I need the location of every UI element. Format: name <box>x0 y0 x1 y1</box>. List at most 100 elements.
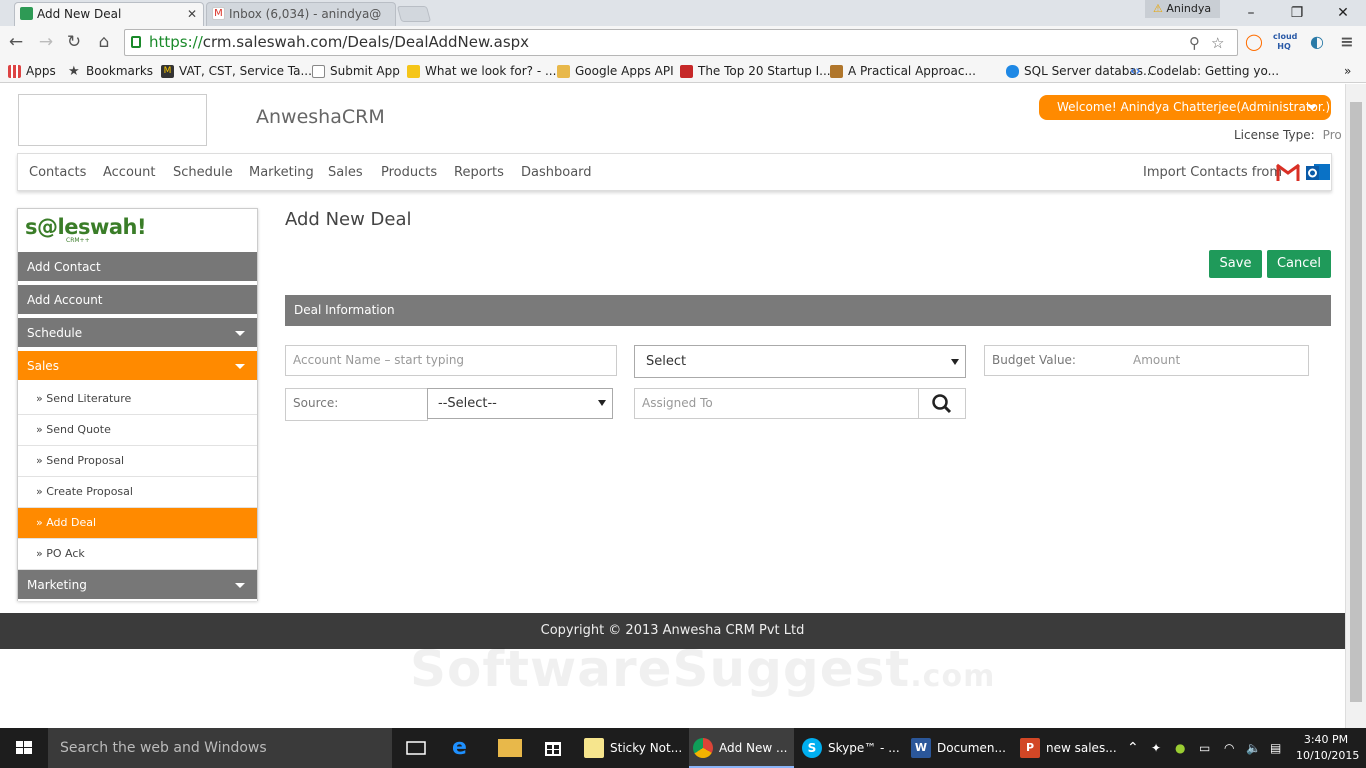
welcome-user-dropdown[interactable]: Welcome! Anindya Chatterjee(Administrato… <box>1039 95 1331 120</box>
taskbar-app-word[interactable]: W Documen... <box>907 728 1012 768</box>
site-icon <box>407 65 420 78</box>
sidebar-item-sales[interactable]: Sales <box>18 351 257 382</box>
taskbar-search-input[interactable]: Search the web and Windows <box>48 728 392 768</box>
scrollbar-thumb[interactable] <box>1350 102 1362 702</box>
sidebar-sub-send-literature[interactable]: » Send Literature <box>18 384 257 415</box>
new-tab-button[interactable] <box>396 6 432 22</box>
amount-input[interactable]: Amount <box>1133 346 1180 375</box>
windows-start-icon[interactable] <box>0 728 48 768</box>
edge-icon[interactable]: e <box>452 736 476 760</box>
close-window-button[interactable]: ✕ <box>1320 0 1366 26</box>
sidebar-sub-send-proposal[interactable]: » Send Proposal <box>18 446 257 477</box>
store-icon[interactable] <box>541 736 565 760</box>
gmail-icon[interactable] <box>1276 162 1300 182</box>
wifi-icon[interactable]: ◠ <box>1224 728 1234 768</box>
chrome-icon <box>693 738 713 758</box>
license-value: Pro <box>1322 128 1342 142</box>
nav-marketing[interactable]: Marketing <box>249 165 314 180</box>
bookmark-codelab[interactable]: ‹› Codelab: Getting yo... <box>1128 62 1279 80</box>
address-bar[interactable]: https://crm.saleswah.com/Deals/DealAddNe… <box>124 29 1238 56</box>
home-button[interactable]: ⌂ <box>94 32 114 52</box>
bookmark-star-icon[interactable]: ☆ <box>1211 34 1224 52</box>
nav-schedule[interactable]: Schedule <box>173 165 233 180</box>
tab-add-new-deal[interactable]: Add New Deal ✕ <box>14 2 204 26</box>
bookmark-google-apps-api[interactable]: Google Apps API <box>555 62 674 80</box>
sidebar-sub-send-quote[interactable]: » Send Quote <box>18 415 257 446</box>
sidebar-item-marketing[interactable]: Marketing <box>18 570 257 601</box>
assigned-search-button[interactable] <box>918 388 966 419</box>
save-button[interactable]: Save <box>1209 250 1262 278</box>
sidebar-sub-po-ack[interactable]: » PO Ack <box>18 539 257 570</box>
deal-select-dropdown[interactable]: Select <box>634 345 966 378</box>
search-icon <box>932 394 952 414</box>
profile-name: Anindya <box>1166 2 1212 15</box>
nav-dashboard[interactable]: Dashboard <box>521 165 592 180</box>
bookmark-apps[interactable]: Apps <box>6 62 56 80</box>
nav-reports[interactable]: Reports <box>454 165 504 180</box>
sidebar-item-add-account[interactable]: Add Account <box>18 285 257 316</box>
bookmark-top-20-startup[interactable]: The Top 20 Startup I... <box>678 62 831 80</box>
chrome-menu-icon[interactable]: ≡ <box>1336 32 1358 52</box>
bookmark-submit-app[interactable]: Submit App <box>310 62 400 80</box>
extension-c-icon[interactable]: ◐ <box>1306 32 1328 52</box>
watermark: SoftwareSuggest.com <box>410 640 996 698</box>
reload-button[interactable]: ↻ <box>64 32 84 52</box>
gmail-favicon-icon: M <box>212 7 225 20</box>
page-title: Add New Deal <box>285 209 412 230</box>
back-button[interactable]: ← <box>6 32 26 52</box>
bookmark-practical-approach[interactable]: A Practical Approac... <box>828 62 976 80</box>
forward-button[interactable]: → <box>36 32 56 52</box>
chevron-down-icon <box>235 331 245 336</box>
volume-icon[interactable]: 🔈 <box>1246 728 1261 768</box>
powerpoint-icon: P <box>1020 738 1040 758</box>
license-type: License Type: Pro <box>1234 128 1342 142</box>
battery-icon[interactable]: ▭ <box>1199 728 1210 768</box>
task-view-icon[interactable] <box>404 736 428 760</box>
tab-inbox[interactable]: M Inbox (6,034) - anindya@ <box>206 2 396 26</box>
budget-value-label: Budget Value: <box>992 353 1076 367</box>
restore-button[interactable]: ❐ <box>1274 0 1320 26</box>
sidebar-sub-add-deal[interactable]: » Add Deal <box>18 508 257 539</box>
taskbar-app-powerpoint[interactable]: Pnew sales... <box>1016 728 1121 768</box>
source-select[interactable]: --Select-- <box>427 388 613 419</box>
site-icon <box>830 65 843 78</box>
zoom-search-icon[interactable]: ⚲ <box>1189 34 1200 52</box>
source-label: Source: <box>293 396 339 410</box>
nav-sales[interactable]: Sales <box>328 165 363 180</box>
sidebar: s@leswah! CRM++ Add Contact Add Account … <box>17 208 258 601</box>
browser-toolbar: ← → ↻ ⌂ https://crm.saleswah.com/Deals/D… <box>0 26 1366 59</box>
more-bookmarks-button[interactable]: » <box>1340 62 1351 80</box>
assigned-to-input[interactable]: Assigned To <box>634 388 919 419</box>
sidebar-item-schedule[interactable]: Schedule <box>18 318 257 349</box>
word-icon: W <box>911 738 931 758</box>
cloudhq-icon[interactable]: cloud HQ <box>1273 32 1297 52</box>
nav-contacts[interactable]: Contacts <box>29 165 86 180</box>
sidebar-item-add-contact[interactable]: Add Contact <box>18 252 257 283</box>
bookmark-bookmarks[interactable]: ★ Bookmarks <box>66 62 153 80</box>
minimize-button[interactable]: – <box>1228 0 1274 26</box>
sidebar-sub-create-proposal[interactable]: » Create Proposal <box>18 477 257 508</box>
taskbar-app-skype[interactable]: S Skype™ - ... <box>798 728 903 768</box>
taskbar-app-sticky-notes[interactable]: Sticky Not... <box>580 728 685 768</box>
nav-products[interactable]: Products <box>381 165 437 180</box>
skype-icon: S <box>802 738 822 758</box>
extension-ring-icon[interactable]: ◯ <box>1243 32 1265 52</box>
account-name-input[interactable]: Account Name – start typing <box>285 345 617 376</box>
page-scrollbar[interactable] <box>1345 84 1366 728</box>
bookmark-vat[interactable]: M VAT, CST, Service Ta... <box>159 62 312 80</box>
windows-taskbar: Search the web and Windows e Sticky Not.… <box>0 728 1366 768</box>
system-clock[interactable]: 3:40 PM 10/10/2015 <box>1296 732 1359 764</box>
outlook-icon[interactable] <box>1305 161 1331 183</box>
dropbox-icon[interactable]: ✦ <box>1151 728 1161 768</box>
cancel-button[interactable]: Cancel <box>1267 250 1331 278</box>
file-explorer-icon[interactable] <box>498 739 522 757</box>
notifications-icon[interactable]: ▤ <box>1270 728 1281 768</box>
bookmark-what-we-look-for[interactable]: What we look for? - ... <box>405 62 556 80</box>
taskbar-app-chrome[interactable]: Add New ... <box>689 728 794 768</box>
nav-account[interactable]: Account <box>103 165 156 180</box>
close-tab-icon[interactable]: ✕ <box>187 3 197 25</box>
budget-value-field[interactable]: Budget Value: Amount <box>984 345 1309 376</box>
tray-app-icon[interactable]: ● <box>1175 728 1185 768</box>
profile-button[interactable]: ⚠ Anindya <box>1145 0 1220 18</box>
show-hidden-icons-chevron-icon[interactable]: ⌃ <box>1127 728 1139 768</box>
